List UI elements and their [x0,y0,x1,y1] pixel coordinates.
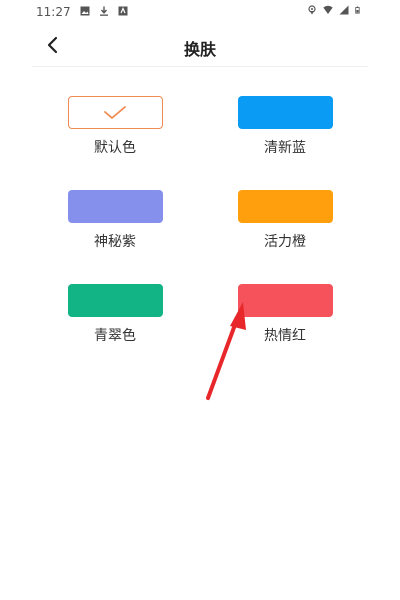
image-icon [80,6,90,16]
header: 换肤 [32,28,368,67]
status-left-icons [80,6,128,16]
theme-grid: 默认色 清新蓝 神秘紫 活力橙 青翠色 热情红 [67,96,333,345]
app-icon [118,6,128,16]
theme-option-blue[interactable]: 清新蓝 [237,96,333,157]
status-right-icons [307,5,362,15]
theme-swatch-purple[interactable] [67,190,163,223]
theme-swatch-green[interactable] [67,284,163,317]
theme-option-red[interactable]: 热情红 [237,284,333,345]
theme-swatch-blue[interactable] [237,96,333,129]
status-bar: 11:27 [0,0,400,26]
theme-label: 默认色 [94,140,136,156]
page-title: 换肤 [183,40,216,59]
signal-icon [339,5,349,15]
theme-label: 神秘紫 [94,234,136,250]
location-icon [308,5,316,15]
wifi-icon [323,5,333,14]
download-icon [100,6,108,16]
theme-swatch-orange[interactable] [237,190,333,223]
theme-swatch-red[interactable] [237,284,333,317]
checkmark-icon [104,105,126,119]
status-time: 11:27 [36,5,71,19]
theme-label: 活力橙 [264,234,306,250]
theme-swatch-default[interactable] [67,96,163,129]
theme-option-orange[interactable]: 活力橙 [237,190,333,251]
theme-option-default[interactable]: 默认色 [67,96,163,157]
theme-label: 青翠色 [94,328,136,344]
battery-icon [355,6,360,14]
theme-option-purple[interactable]: 神秘紫 [67,190,163,251]
theme-option-green[interactable]: 青翠色 [67,284,163,345]
theme-label: 清新蓝 [264,140,306,156]
theme-label: 热情红 [264,328,306,344]
